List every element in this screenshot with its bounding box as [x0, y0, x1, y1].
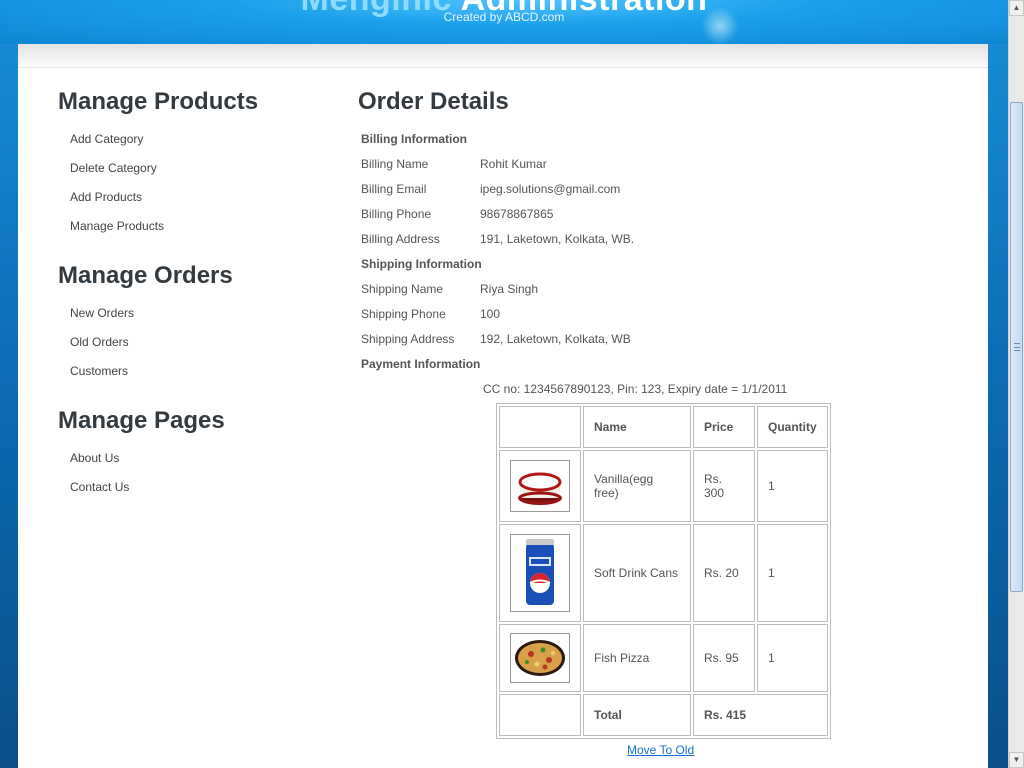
sidebar-item-customers[interactable]: Customers [70, 364, 128, 378]
shipping-address-row: Shipping Address 192, Laketown, Kolkata,… [358, 326, 958, 351]
sidebar-section-orders: Manage Orders New Orders Old Orders Cust… [58, 262, 318, 391]
total-label: Total [583, 694, 691, 736]
field-label: Shipping Address [361, 331, 455, 346]
sidebar-heading: Manage Orders [58, 262, 233, 289]
page-title: Order Details [358, 88, 509, 115]
field-value: ipeg.solutions@gmail.com [480, 181, 621, 196]
scroll-down-button[interactable]: ▼ [1009, 752, 1024, 768]
billing-phone-row: Billing Phone 98678867865 [358, 201, 958, 226]
field-value: Riya Singh [480, 281, 539, 296]
table-cell-quantity: 1 [757, 524, 828, 622]
table-cell-name: Soft Drink Cans [583, 524, 691, 622]
field-label: Billing Address [361, 231, 440, 246]
sidebar-item-delete-category[interactable]: Delete Category [70, 161, 157, 175]
scroll-up-button[interactable]: ▲ [1009, 0, 1024, 16]
sidebar-section-products: Manage Products Add Category Delete Cate… [58, 88, 318, 246]
cake-icon [510, 460, 570, 512]
field-value: 98678867865 [480, 206, 554, 221]
table-cell-quantity: 1 [757, 450, 828, 522]
sidebar-heading: Manage Products [58, 88, 259, 115]
sidebar-item-about-us[interactable]: About Us [70, 451, 119, 465]
shipping-phone-row: Shipping Phone 100 [358, 301, 958, 326]
billing-address-row: Billing Address 191, Laketown, Kolkata, … [358, 226, 958, 251]
field-value: 191, Laketown, Kolkata, WB. [480, 231, 635, 246]
table-cell-image [499, 450, 581, 522]
field-value: Rohit Kumar [480, 156, 547, 171]
table-row: Soft Drink Cans Rs. 20 1 [499, 524, 828, 622]
order-details-panel: Order Details Billing Information Billin… [358, 88, 958, 759]
field-label: Shipping Phone [361, 306, 446, 321]
site-header: Menginic Administration Created by ABCD.… [0, 0, 1008, 44]
sidebar-item-contact-us[interactable]: Contact Us [70, 480, 129, 494]
field-label: Billing Name [361, 156, 429, 171]
field-label: Billing Email [361, 181, 427, 196]
billing-email-row: Billing Email ipeg.solutions@gmail.com [358, 176, 958, 201]
table-cell-price: Rs. 95 [693, 624, 755, 692]
total-value: Rs. 415 [693, 694, 828, 736]
move-to-old-link[interactable]: Move To Old [627, 743, 694, 757]
image-column-header [499, 406, 581, 448]
field-value: 100 [480, 306, 501, 321]
table-header-row: Name Price Quantity [499, 406, 828, 448]
page-container: Manage Products Add Category Delete Cate… [18, 44, 988, 768]
shipping-name-row: Shipping Name Riya Singh [358, 276, 958, 301]
scroll-thumb[interactable] [1010, 102, 1023, 592]
vertical-scrollbar[interactable]: ▲ ▼ [1008, 0, 1024, 768]
sidebar-section-pages: Manage Pages About Us Contact Us [58, 407, 318, 507]
table-total-row: Total Rs. 415 [499, 694, 828, 736]
soda-can-icon [510, 534, 570, 612]
sidebar-heading: Manage Pages [58, 407, 225, 434]
field-label: Billing Phone [361, 206, 432, 221]
table-cell-price: Rs. 20 [693, 524, 755, 622]
payment-heading: Payment Information [361, 356, 481, 371]
order-items-table: Name Price Quantity Vanilla(egg free) Rs… [496, 403, 831, 739]
column-header-price: Price [693, 406, 755, 448]
page-top-shadow [18, 44, 988, 68]
shipping-heading: Shipping Information [361, 256, 482, 271]
table-cell-image [499, 624, 581, 692]
field-label: Shipping Name [361, 281, 444, 296]
table-cell-empty [499, 694, 581, 736]
payment-details: CC no: 1234567890123, Pin: 123, Expiry d… [483, 381, 788, 396]
table-cell-name: Fish Pizza [583, 624, 691, 692]
table-cell-price: Rs. 300 [693, 450, 755, 522]
table-row: Fish Pizza Rs. 95 1 [499, 624, 828, 692]
column-header-name: Name [583, 406, 691, 448]
table-cell-image [499, 524, 581, 622]
table-cell-quantity: 1 [757, 624, 828, 692]
grip-icon [1014, 343, 1020, 351]
billing-heading: Billing Information [361, 131, 467, 146]
column-header-quantity: Quantity [757, 406, 828, 448]
sidebar-item-manage-products[interactable]: Manage Products [70, 219, 164, 233]
site-subtitle: Created by ABCD.com [443, 10, 565, 24]
billing-name-row: Billing Name Rohit Kumar [358, 151, 958, 176]
sidebar-item-add-products[interactable]: Add Products [70, 190, 142, 204]
sidebar: Manage Products Add Category Delete Cate… [58, 88, 318, 523]
sidebar-item-add-category[interactable]: Add Category [70, 132, 143, 146]
pizza-icon [510, 633, 570, 683]
table-cell-name: Vanilla(egg free) [583, 450, 691, 522]
sidebar-item-old-orders[interactable]: Old Orders [70, 335, 129, 349]
table-row: Vanilla(egg free) Rs. 300 1 [499, 450, 828, 522]
field-value: 192, Laketown, Kolkata, WB [480, 331, 631, 346]
sidebar-item-new-orders[interactable]: New Orders [70, 306, 134, 320]
